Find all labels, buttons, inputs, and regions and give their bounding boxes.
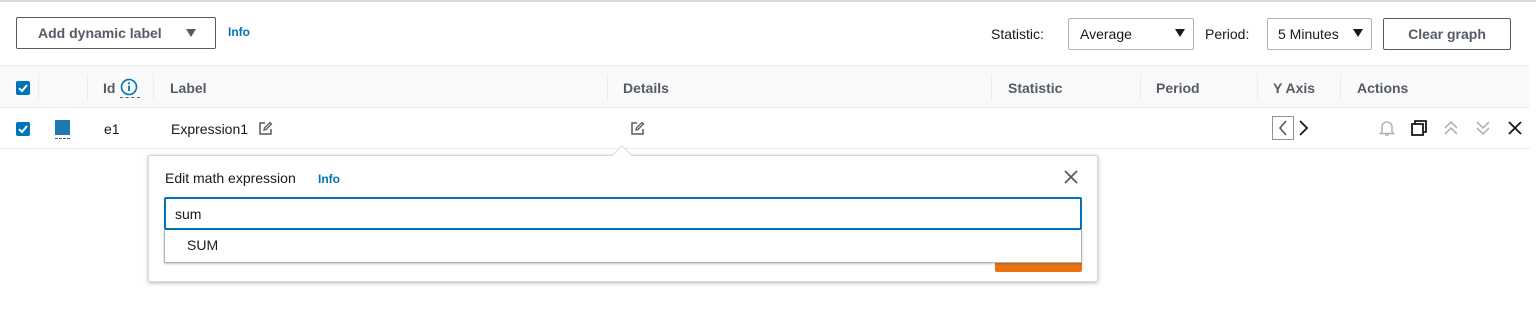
table-header: Id Label Details Statistic Period Y Axis… bbox=[0, 65, 1530, 108]
checkmark-icon bbox=[18, 125, 28, 134]
select-all-checkbox[interactable] bbox=[16, 81, 30, 95]
row-id-text: e1 bbox=[104, 120, 120, 137]
edit-math-expression-popover: Edit math expression Info SUM bbox=[148, 145, 1098, 282]
edit-icon[interactable] bbox=[258, 121, 273, 136]
chevron-down-icon bbox=[1353, 29, 1363, 37]
swatch-underline bbox=[55, 138, 70, 139]
row-details bbox=[630, 108, 645, 149]
statistic-select-value: Average bbox=[1080, 26, 1132, 42]
header-details: Details bbox=[623, 66, 669, 109]
close-icon[interactable] bbox=[1507, 120, 1523, 136]
row-id: e1 bbox=[104, 108, 120, 149]
checkmark-icon bbox=[18, 84, 28, 93]
column-separator bbox=[38, 74, 39, 101]
clear-graph-text: Clear graph bbox=[1408, 26, 1486, 42]
chevron-down-icon bbox=[1175, 29, 1185, 37]
statistic-label: Statistic: bbox=[991, 26, 1044, 42]
popover-title: Edit math expression bbox=[165, 170, 296, 186]
caret-down-icon bbox=[186, 29, 196, 37]
top-divider bbox=[0, 0, 1536, 2]
header-statistic-text: Statistic bbox=[1008, 79, 1063, 96]
period-select-value: 5 Minutes bbox=[1278, 26, 1339, 42]
column-separator bbox=[1140, 74, 1141, 101]
header-period: Period bbox=[1156, 66, 1200, 109]
statistic-select[interactable]: Average bbox=[1068, 18, 1194, 50]
header-details-text: Details bbox=[623, 79, 669, 96]
column-separator bbox=[1340, 74, 1341, 101]
autocomplete-dropdown: SUM bbox=[164, 230, 1082, 263]
bell-icon[interactable] bbox=[1378, 119, 1396, 137]
info-circle-icon[interactable] bbox=[120, 78, 138, 96]
table-row: e1 Expression1 bbox=[0, 108, 1530, 149]
clear-graph-button[interactable]: Clear graph bbox=[1383, 18, 1511, 50]
header-statistic: Statistic bbox=[1008, 66, 1062, 109]
info-link[interactable]: Info bbox=[228, 25, 250, 39]
column-separator bbox=[87, 74, 88, 101]
header-label-text: Label bbox=[170, 79, 207, 96]
series-color-swatch[interactable] bbox=[55, 120, 70, 135]
header-actions: Actions bbox=[1357, 66, 1408, 109]
chevron-left-icon[interactable] bbox=[1272, 116, 1294, 140]
add-dynamic-label-text: Add dynamic label bbox=[38, 25, 162, 41]
column-separator bbox=[153, 74, 154, 101]
tooltip-underline bbox=[120, 97, 140, 98]
header-period-text: Period bbox=[1156, 79, 1200, 96]
row-checkbox[interactable] bbox=[16, 122, 30, 136]
header-label: Label bbox=[170, 66, 207, 109]
period-label: Period: bbox=[1205, 26, 1250, 42]
header-id-text: Id bbox=[103, 79, 116, 96]
close-icon[interactable] bbox=[1063, 169, 1079, 185]
chevron-right-icon[interactable] bbox=[1297, 116, 1311, 140]
header-y-axis: Y Axis bbox=[1273, 66, 1315, 109]
column-separator bbox=[991, 74, 992, 101]
header-id: Id bbox=[103, 66, 138, 109]
suggestion-item[interactable]: SUM bbox=[187, 237, 218, 253]
duplicate-icon[interactable] bbox=[1411, 120, 1427, 136]
edit-icon[interactable] bbox=[630, 121, 645, 136]
add-dynamic-label-button[interactable]: Add dynamic label bbox=[16, 17, 216, 49]
row-label: Expression1 bbox=[171, 108, 273, 149]
popover-info-link[interactable]: Info bbox=[318, 172, 340, 186]
header-y-axis-text: Y Axis bbox=[1273, 79, 1316, 96]
double-chevron-up-icon[interactable] bbox=[1442, 119, 1460, 137]
row-label-text: Expression1 bbox=[171, 120, 249, 137]
math-expression-input[interactable] bbox=[164, 197, 1082, 230]
column-separator bbox=[607, 74, 608, 101]
header-actions-text: Actions bbox=[1357, 79, 1409, 96]
double-chevron-down-icon[interactable] bbox=[1474, 119, 1492, 137]
column-separator bbox=[1257, 74, 1258, 101]
period-select[interactable]: 5 Minutes bbox=[1267, 18, 1372, 50]
